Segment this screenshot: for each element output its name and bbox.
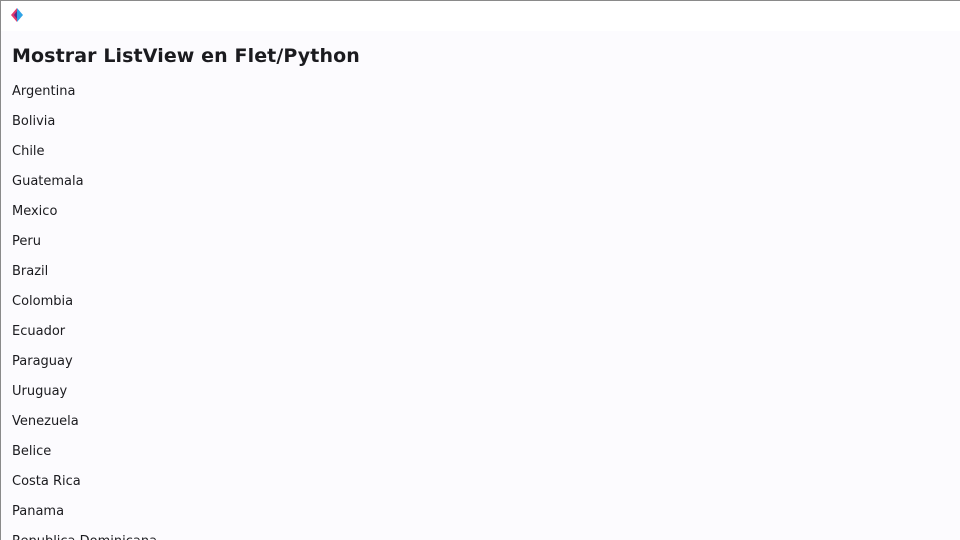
country-item: Argentina <box>12 84 76 99</box>
country-item: Panama <box>12 504 65 519</box>
country-item: Peru <box>12 234 41 249</box>
country-item: Mexico <box>12 204 58 219</box>
country-item: Costa Rica <box>12 474 81 489</box>
app-window: Mostrar ListView en Flet/Python Argentin… <box>0 0 960 540</box>
country-item: Republica Dominicana <box>12 531 157 540</box>
country-item: Bolivia <box>12 114 56 129</box>
flet-logo-icon <box>11 8 23 22</box>
page-title: Mostrar ListView en Flet/Python <box>12 45 360 67</box>
country-item: Belice <box>12 444 52 459</box>
country-item: Colombia <box>12 294 74 309</box>
country-item: Venezuela <box>12 414 79 429</box>
title-bar[interactable] <box>1 1 960 31</box>
list-view-container: Mostrar ListView en Flet/Python Argentin… <box>12 31 960 540</box>
country-item: Guatemala <box>12 174 84 189</box>
country-list-view[interactable]: Argentina Bolivia Chile Guatemala Mexico Peru… <box>12 81 157 540</box>
country-item: Ecuador <box>12 324 66 339</box>
country-item: Brazil <box>12 264 49 279</box>
country-item: Uruguay <box>12 384 68 399</box>
country-item: Chile <box>12 144 45 159</box>
country-item: Paraguay <box>12 354 73 369</box>
